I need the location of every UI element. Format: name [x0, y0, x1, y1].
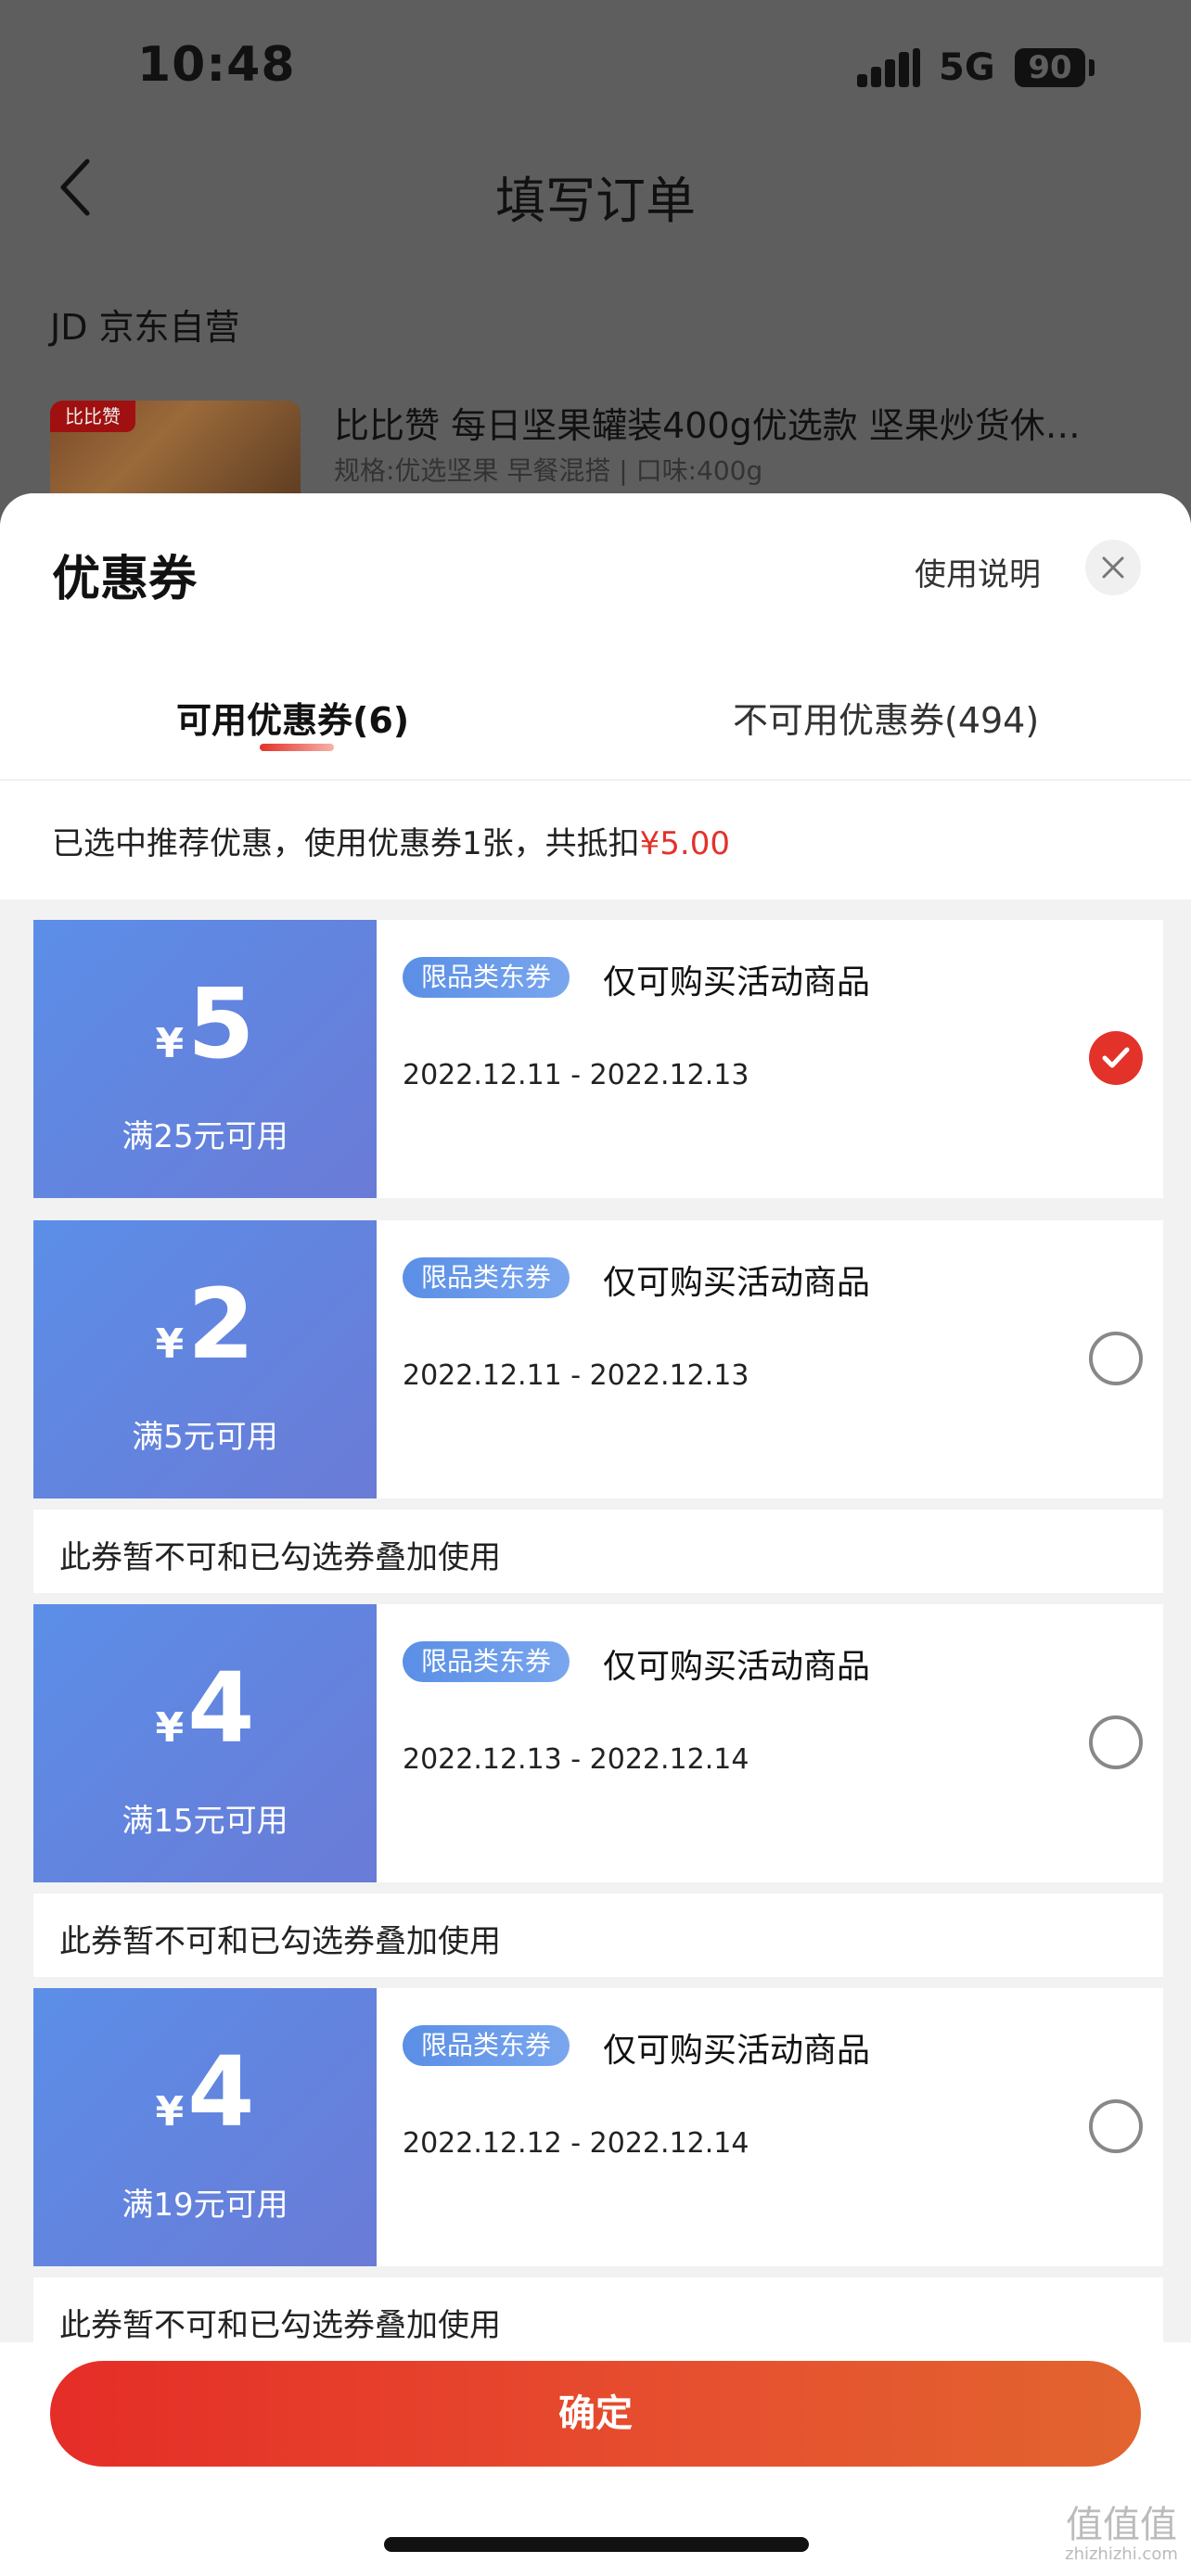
- coupon-type-badge: 限品类东券: [403, 1641, 570, 1682]
- coupon-card[interactable]: ¥4 满15元可用 限品类东券 仅可购买活动商品 2022.12.13 - 20…: [28, 1604, 1163, 1882]
- coupon-stack-note: 此券暂不可和已勾选券叠加使用: [33, 1894, 1163, 1977]
- close-icon: [1102, 556, 1124, 579]
- status-bar: 10:48 5G 90: [0, 0, 1191, 139]
- coupon-scope: 仅可购买活动商品: [603, 1264, 871, 1302]
- coupon-scope: 仅可购买活动商品: [603, 1648, 871, 1686]
- network-type: 5G: [939, 46, 995, 89]
- coupon-amount: 4: [187, 2035, 255, 2149]
- product-name[interactable]: 比比赞 每日坚果罐装400g优选款 坚果炒货休…: [334, 397, 1150, 448]
- coupon-validity-dates: 2022.12.11 - 2022.12.13: [403, 1359, 749, 1392]
- coupon-scope: 仅可购买活动商品: [603, 963, 871, 1001]
- tab-available-coupons[interactable]: 可用优惠券(6): [176, 692, 409, 743]
- discount-summary: 已选中推荐优惠，使用优惠券1张，共抵扣¥5.00: [0, 779, 1191, 899]
- page-title: 填写订单: [495, 172, 696, 230]
- coupon-amount: 2: [187, 1268, 255, 1381]
- home-indicator[interactable]: [384, 2537, 809, 2552]
- coupon-amount: 4: [187, 1651, 255, 1765]
- shop-name: JD 京东自营: [50, 307, 240, 348]
- coupon-value-panel: ¥2 满5元可用: [28, 1220, 377, 1498]
- coupon-select-radio[interactable]: [1089, 2099, 1143, 2153]
- product-brand-tag: 比比赞: [50, 401, 135, 432]
- coupon-threshold: 满15元可用: [122, 1803, 288, 1840]
- battery-tip: [1089, 59, 1095, 76]
- coupon-type-badge: 限品类东券: [403, 2025, 570, 2066]
- coupon-note-text: 此券暂不可和已勾选券叠加使用: [59, 1923, 501, 1960]
- sheet-title: 优惠券: [52, 552, 198, 607]
- coupon-validity-dates: 2022.12.13 - 2022.12.14: [403, 1743, 749, 1776]
- currency-symbol: ¥: [155, 1704, 185, 1752]
- check-icon: [1102, 1047, 1130, 1068]
- coupon-select-radio[interactable]: [1089, 1031, 1143, 1085]
- coupon-value-panel: ¥5 满25元可用: [28, 920, 377, 1198]
- coupon-scope: 仅可购买活动商品: [603, 2032, 871, 2070]
- watermark-url: zhizhizhi.com: [1065, 2544, 1178, 2564]
- coupon-stack-note: 此券暂不可和已勾选券叠加使用: [33, 1510, 1163, 1593]
- coupon-amount: 5: [187, 967, 255, 1080]
- coupon-type-badge: 限品类东券: [403, 957, 570, 998]
- status-time: 10:48: [137, 37, 296, 93]
- coupon-value-panel: ¥4 满19元可用: [28, 1988, 377, 2266]
- coupon-threshold: 满25元可用: [122, 1118, 288, 1155]
- summary-amount: ¥5.00: [639, 825, 730, 862]
- battery-icon: 90: [1015, 48, 1085, 87]
- summary-text: 已选中推荐优惠，使用优惠券1张，共抵扣: [52, 825, 640, 862]
- product-spec: 规格:优选坚果 早餐混搭 | 口味:400g: [334, 455, 763, 486]
- close-button[interactable]: [1085, 540, 1141, 595]
- coupon-select-radio[interactable]: [1089, 1332, 1143, 1385]
- sheet-header: 优惠券 使用说明 可用优惠券(6) 不可用优惠券(494): [0, 493, 1191, 779]
- coupon-card[interactable]: ¥5 满25元可用 限品类东券 仅可购买活动商品 2022.12.11 - 20…: [28, 920, 1163, 1198]
- coupon-select-radio[interactable]: [1089, 1715, 1143, 1769]
- coupon-type-badge: 限品类东券: [403, 1257, 570, 1298]
- currency-symbol: ¥: [155, 1320, 185, 1368]
- tab-unavailable-coupons[interactable]: 不可用优惠券(494): [733, 692, 1039, 743]
- usage-instructions-link[interactable]: 使用说明: [915, 549, 1041, 594]
- currency-symbol: ¥: [155, 1020, 185, 1067]
- coupon-value-panel: ¥4 满15元可用: [28, 1604, 377, 1882]
- currency-symbol: ¥: [155, 2088, 185, 2136]
- coupon-sheet: 优惠券 使用说明 可用优惠券(6) 不可用优惠券(494) 已选中推荐优惠，使用…: [0, 493, 1191, 2576]
- coupon-validity-dates: 2022.12.12 - 2022.12.14: [403, 2127, 749, 2160]
- coupon-note-text: 此券暂不可和已勾选券叠加使用: [59, 2307, 501, 2344]
- active-tab-indicator: [260, 744, 334, 751]
- coupon-note-text: 此券暂不可和已勾选券叠加使用: [59, 1539, 501, 1576]
- watermark-logo: 值值值: [1066, 2504, 1177, 2546]
- coupon-validity-dates: 2022.12.11 - 2022.12.13: [403, 1059, 749, 1091]
- signal-icon: [857, 48, 922, 87]
- confirm-button[interactable]: 确定: [50, 2361, 1141, 2467]
- coupon-card[interactable]: ¥2 满5元可用 限品类东券 仅可购买活动商品 2022.12.11 - 202…: [28, 1220, 1163, 1498]
- coupon-threshold: 满19元可用: [122, 2187, 288, 2224]
- coupon-threshold: 满5元可用: [132, 1419, 278, 1456]
- coupon-card[interactable]: ¥4 满19元可用 限品类东券 仅可购买活动商品 2022.12.12 - 20…: [28, 1988, 1163, 2266]
